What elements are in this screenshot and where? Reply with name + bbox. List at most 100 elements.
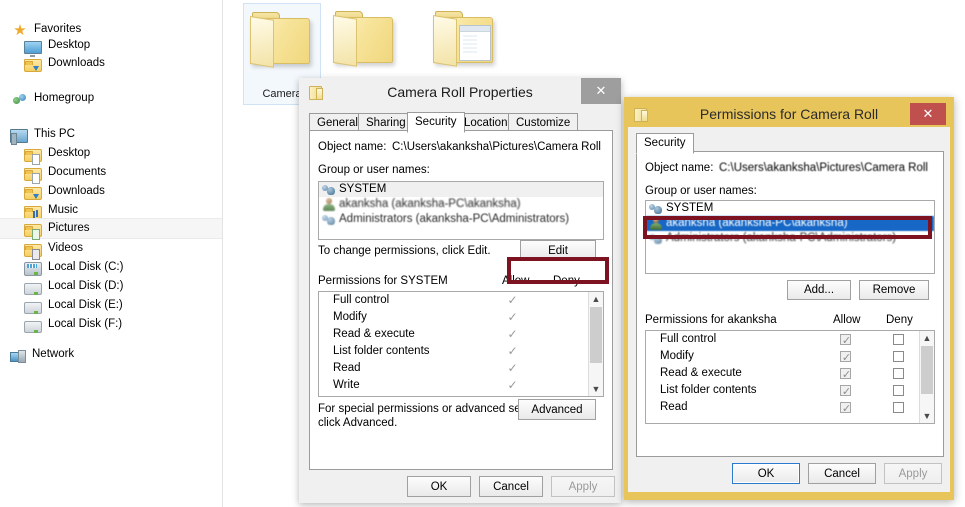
table-row[interactable]: Modify ✓ [319, 309, 603, 326]
sidebar-item-homegroup[interactable]: Homegroup [12, 89, 94, 108]
deny-checkbox[interactable] [893, 368, 904, 379]
permissions-scrollbar[interactable]: ▲ ▼ [588, 292, 603, 396]
group-user-listbox[interactable]: SYSTEM akanksha (akanksha-PC\akanksha) A… [318, 181, 604, 240]
sidebar-item-videos[interactable]: Videos [24, 239, 83, 260]
permissions-tabstrip: Security [636, 133, 936, 154]
sidebar-item-local-disk-d[interactable]: Local Disk (D:) [24, 277, 123, 296]
sidebar-item-label: Pictures [48, 222, 90, 234]
sidebar-item-network[interactable]: Network [10, 345, 74, 364]
sidebar-item-documents[interactable]: Documents [24, 163, 106, 184]
remove-button[interactable]: Remove [859, 280, 929, 300]
folder-icon [333, 11, 397, 67]
scroll-up-icon[interactable]: ▲ [589, 292, 603, 306]
folder-desktop-icon [24, 148, 42, 165]
list-item[interactable]: SYSTEM [319, 182, 603, 197]
scroll-up-icon[interactable]: ▲ [920, 331, 934, 345]
list-item[interactable]: Administrators (akanksha-PC\Administrato… [646, 231, 934, 246]
drive-icon [24, 301, 42, 314]
permission-name: List folder contents [660, 384, 757, 396]
edit-button[interactable]: Edit [520, 240, 596, 261]
group-user-listbox[interactable]: SYSTEM akanksha (akanksha-PC\akanksha) A… [645, 200, 935, 274]
this-pc-icon [10, 128, 28, 145]
allow-checkbox[interactable] [840, 367, 852, 384]
allow-checkbox[interactable] [840, 333, 852, 350]
sidebar-item-local-disk-f[interactable]: Local Disk (F:) [24, 315, 122, 334]
permissions-for-label: Permissions for akanksha [645, 314, 777, 326]
allow-checkbox[interactable] [840, 401, 852, 418]
advanced-button[interactable]: Advanced [518, 399, 596, 420]
sidebar-item-desktop[interactable]: Desktop [24, 144, 91, 165]
allow-checkbox[interactable] [840, 350, 852, 367]
object-name-label: Object name: [318, 141, 387, 153]
sidebar-item-this-pc[interactable]: This PC [10, 125, 75, 145]
allow-check: ✓ [507, 344, 518, 358]
deny-checkbox[interactable] [893, 334, 904, 345]
cancel-button[interactable]: Cancel [479, 476, 543, 497]
add-button[interactable]: Add... [787, 280, 851, 300]
advanced-hint-line1: For special permissions or advanced sett… [318, 403, 552, 415]
close-icon[interactable]: ✕ [910, 103, 946, 125]
object-name-value: C:\Users\akanksha\Pictures\Camera Roll [719, 162, 928, 174]
table-row[interactable]: List folder contents [646, 382, 934, 401]
sidebar-item-local-disk-e[interactable]: Local Disk (E:) [24, 296, 123, 315]
sidebar-item-label: Network [32, 348, 75, 360]
user-name: akanksha (akanksha-PC\akanksha) [666, 217, 848, 229]
scrollbar-thumb[interactable] [590, 307, 602, 363]
permissions-for-label: Permissions for SYSTEM [318, 275, 448, 287]
deny-checkbox[interactable] [893, 385, 904, 396]
list-item[interactable]: SYSTEM [646, 201, 934, 216]
sidebar-item-label: This PC [34, 128, 75, 140]
list-item[interactable]: akanksha (akanksha-PC\akanksha) [319, 197, 603, 212]
list-item-selected[interactable]: akanksha (akanksha-PC\akanksha) [646, 216, 934, 231]
table-row[interactable]: List folder contents ✓ [319, 343, 603, 360]
sidebar-item-label: Downloads [48, 185, 105, 197]
scroll-down-icon[interactable]: ▼ [920, 409, 934, 423]
sidebar-item-downloads-fav[interactable]: Downloads [24, 54, 105, 73]
drive-system-icon [24, 262, 42, 276]
table-row[interactable]: Modify [646, 348, 934, 367]
list-item[interactable]: Administrators (akanksha-PC\Administrato… [319, 212, 603, 227]
monitor-icon [24, 40, 42, 57]
permissions-table[interactable]: Full control Modify Read & execute List … [645, 330, 935, 424]
folder-downloads-icon [24, 58, 42, 72]
table-row[interactable]: Write ✓ [319, 377, 603, 394]
security-tab-page: Object name: C:\Users\akanksha\Pictures\… [309, 130, 613, 470]
group-icon [322, 213, 336, 226]
scrollbar-thumb[interactable] [921, 346, 933, 394]
sidebar-item-local-disk-c[interactable]: Local Disk (C:) [24, 258, 123, 277]
permissions-for-camera-roll-dialog: Permissions for Camera Roll ✕ Security O… [624, 97, 954, 500]
sidebar-item-label: Downloads [48, 57, 105, 69]
apply-button[interactable]: Apply [551, 476, 615, 497]
allow-checkbox[interactable] [840, 384, 852, 401]
permissions-table[interactable]: Full control ✓ Modify ✓ Read & execute ✓… [318, 291, 604, 397]
ok-button[interactable]: OK [732, 463, 800, 484]
tab-security[interactable]: Security [636, 133, 694, 154]
allow-check: ✓ [507, 327, 518, 341]
deny-checkbox[interactable] [893, 351, 904, 362]
table-row[interactable]: Read & execute [646, 365, 934, 384]
allow-column-header: Allow [502, 275, 530, 287]
drive-icon [24, 320, 42, 333]
table-row[interactable]: Full control ✓ [319, 292, 603, 309]
sidebar-item-label: Desktop [48, 147, 91, 159]
permissions-scrollbar[interactable]: ▲ ▼ [919, 331, 934, 423]
sidebar-item-label: Local Disk (F:) [48, 318, 123, 330]
properties-title: Camera Roll Properties [387, 84, 533, 100]
ok-button[interactable]: OK [407, 476, 471, 497]
deny-checkbox[interactable] [893, 402, 904, 413]
sidebar-item-desktop-fav[interactable]: Desktop [24, 36, 90, 57]
apply-button[interactable]: Apply [884, 463, 942, 484]
close-icon[interactable]: ✕ [581, 78, 621, 104]
table-row[interactable]: Read & execute ✓ [319, 326, 603, 343]
user-icon [322, 198, 336, 211]
table-row[interactable]: Read ✓ [319, 360, 603, 377]
table-row[interactable]: Read [646, 399, 934, 418]
sidebar-item-pictures[interactable]: Pictures [0, 218, 222, 240]
scroll-down-icon[interactable]: ▼ [589, 382, 603, 396]
permission-name: Read [660, 401, 688, 413]
cancel-button[interactable]: Cancel [808, 463, 876, 484]
table-row[interactable]: Full control [646, 331, 934, 350]
permission-name: Read & execute [333, 328, 415, 340]
sidebar-item-downloads[interactable]: Downloads [24, 182, 105, 201]
tab-security[interactable]: Security [407, 112, 465, 133]
